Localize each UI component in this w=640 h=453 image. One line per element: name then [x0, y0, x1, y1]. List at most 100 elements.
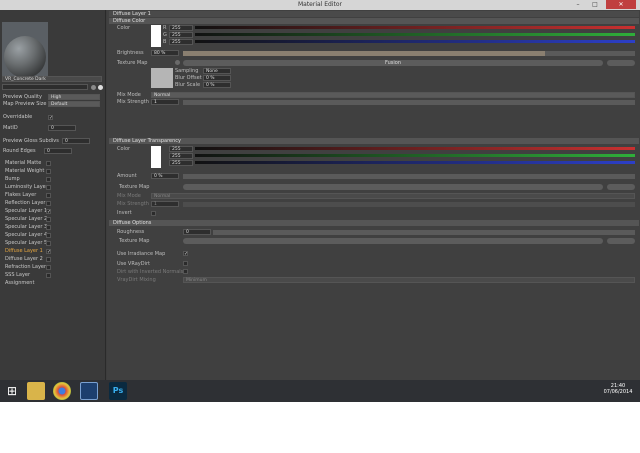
blur-offset-field[interactable]: 0 % — [203, 75, 231, 81]
invert-checkbox[interactable] — [151, 211, 156, 216]
t-b-slider[interactable] — [195, 161, 635, 164]
channel-label[interactable]: Bump — [5, 176, 20, 183]
o-texture-map-button[interactable] — [183, 238, 603, 244]
dirt-inverted-checkbox[interactable] — [183, 269, 188, 274]
round-edges-field[interactable]: 0 — [44, 148, 72, 154]
channel-label[interactable]: SSS Layer — [5, 272, 30, 279]
texture-map-button[interactable]: Fusion — [183, 60, 603, 66]
t-r-slider[interactable] — [195, 147, 635, 150]
t-texture-map-button[interactable] — [183, 184, 603, 190]
options-header[interactable]: Diffuse Options — [109, 220, 639, 226]
color-swatch[interactable] — [151, 25, 161, 47]
channel-label[interactable]: Assignment — [5, 280, 34, 287]
mix-strength-slider[interactable] — [183, 100, 635, 105]
preview-gloss-field[interactable]: 0 — [62, 138, 90, 144]
channel-checkbox[interactable] — [46, 257, 51, 262]
channel-checkbox[interactable]: ✓ — [46, 209, 51, 215]
map-preview-size-select[interactable]: Default — [48, 101, 100, 107]
channel-label[interactable]: Material Matte — [5, 160, 41, 167]
channel-label[interactable]: Specular Layer 3 — [5, 224, 47, 231]
b-field[interactable]: 255 — [169, 39, 193, 45]
matid-field[interactable]: 0 — [48, 125, 76, 131]
t-b-field[interactable]: 255 — [169, 160, 193, 166]
irradiance-checkbox[interactable]: ✓ — [183, 251, 188, 257]
roughness-field[interactable]: 0 — [183, 229, 211, 235]
t-r-field[interactable]: 255 — [169, 146, 193, 152]
t-mix-strength-field[interactable]: 1 — [151, 201, 179, 207]
channel-label[interactable]: Specular Layer 1 — [5, 208, 47, 215]
title-bar: Material Editor – □ ✕ — [0, 0, 640, 10]
channel-label[interactable]: Luminosity Layer — [5, 184, 48, 191]
roughness-slider[interactable] — [213, 230, 635, 235]
no-entry-icon[interactable] — [98, 85, 103, 90]
channel-checkbox[interactable] — [46, 241, 51, 246]
brightness-field[interactable]: 80 % — [151, 50, 179, 56]
brightness-slider[interactable] — [183, 51, 635, 56]
cinema4d-icon[interactable] — [80, 382, 98, 400]
close-button[interactable]: ✕ — [606, 0, 636, 9]
channel-checkbox[interactable] — [46, 161, 51, 166]
channel-checkbox[interactable] — [46, 177, 51, 182]
channel-checkbox[interactable] — [46, 225, 51, 230]
channel-label[interactable]: Specular Layer 5 — [5, 240, 47, 247]
overridable-checkbox[interactable]: ✓ — [48, 115, 53, 121]
chrome-icon[interactable] — [53, 382, 71, 400]
preview-quality-select[interactable]: High — [48, 94, 100, 100]
channel-checkbox[interactable] — [46, 265, 51, 270]
blur-scale-field[interactable]: 0 % — [203, 82, 231, 88]
channel-checkbox[interactable]: ✓ — [46, 249, 51, 255]
amount-slider[interactable] — [183, 174, 635, 179]
channel-checkbox[interactable] — [46, 201, 51, 206]
material-name-input[interactable] — [2, 84, 88, 90]
photoshop-icon[interactable]: Ps — [109, 382, 127, 400]
clock[interactable]: 21:40 07/06/2014 — [600, 383, 636, 395]
windows-start-icon[interactable]: ⊞ — [3, 382, 21, 400]
transparency-header[interactable]: Diffuse Layer Transparency — [109, 138, 639, 144]
t-color-swatch[interactable] — [151, 146, 161, 168]
r-slider[interactable] — [195, 26, 635, 29]
channel-label[interactable]: Diffuse Layer 1 — [5, 248, 43, 255]
t-g-slider[interactable] — [195, 154, 635, 157]
brightness-slider-fill — [183, 51, 545, 56]
channel-label[interactable]: Specular Layer 4 — [5, 232, 47, 239]
channel-label[interactable]: Reflection Layer — [5, 200, 45, 207]
sampling-label: Sampling — [175, 68, 199, 74]
channel-checkbox[interactable] — [46, 233, 51, 238]
g-field[interactable]: 255 — [169, 32, 193, 38]
channel-label[interactable]: Diffuse Layer 2 — [5, 256, 43, 263]
t-g-field[interactable]: 255 — [169, 153, 193, 159]
invert-label: Invert — [117, 210, 132, 216]
o-texture-map-options[interactable] — [607, 238, 635, 244]
maximize-button[interactable]: □ — [589, 0, 601, 9]
material-name-field[interactable]: VR_Concrete Dark — [2, 76, 102, 82]
sampling-select[interactable]: None — [203, 68, 231, 74]
channel-label[interactable]: Specular Layer 2 — [5, 216, 47, 223]
texture-map-options[interactable] — [607, 60, 635, 66]
file-explorer-icon[interactable] — [27, 382, 45, 400]
channel-checkbox[interactable] — [46, 185, 51, 190]
texture-map-toggle[interactable] — [175, 60, 180, 65]
mix-mode-select[interactable]: Normal — [151, 92, 635, 98]
channel-checkbox[interactable] — [46, 273, 51, 278]
menu-icon[interactable] — [91, 85, 96, 90]
minimize-button[interactable]: – — [572, 0, 584, 9]
overridable-label: Overridable — [3, 114, 33, 120]
vraydirt-checkbox[interactable] — [183, 261, 188, 266]
channel-label[interactable]: Flakes Layer — [5, 192, 36, 199]
t-mix-strength-slider[interactable] — [183, 202, 635, 207]
t-texture-map-options[interactable] — [607, 184, 635, 190]
r-field[interactable]: 255 — [169, 25, 193, 31]
channel-checkbox[interactable] — [46, 169, 51, 174]
channel-label[interactable]: Refraction Layer — [5, 264, 46, 271]
amount-field[interactable]: 0 % — [151, 173, 179, 179]
dirt-mixing-select[interactable]: Minimum — [183, 277, 635, 283]
channel-checkbox[interactable] — [46, 193, 51, 198]
channel-label[interactable]: Material Weight — [5, 168, 44, 175]
channel-checkbox[interactable] — [46, 217, 51, 222]
irradiance-label: Use Irradiance Map — [117, 251, 166, 257]
t-mix-mode-select[interactable]: Normal — [151, 193, 635, 199]
diffuse-color-header[interactable]: Diffuse Color — [109, 18, 639, 24]
b-slider[interactable] — [195, 40, 635, 43]
mix-strength-field[interactable]: 1 — [151, 99, 179, 105]
g-slider[interactable] — [195, 33, 635, 36]
